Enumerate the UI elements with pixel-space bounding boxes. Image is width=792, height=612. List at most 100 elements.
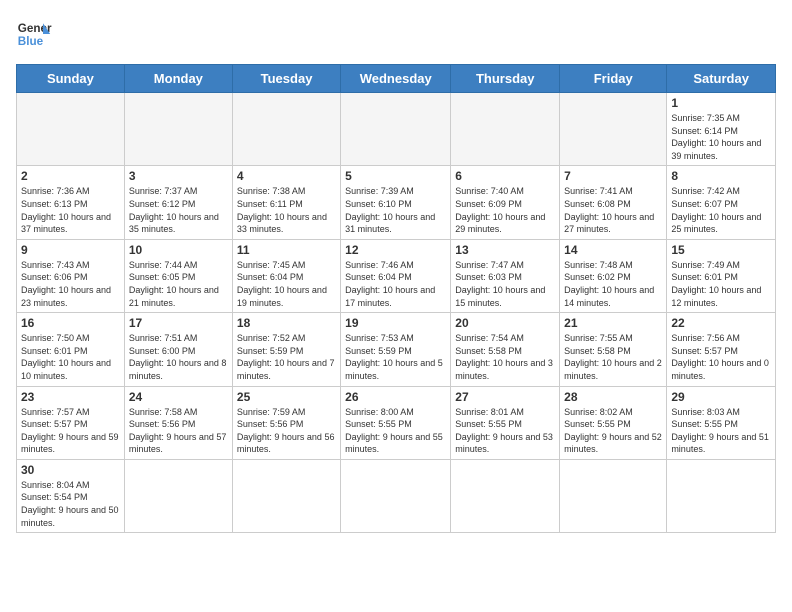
calendar-cell [124, 459, 232, 532]
day-number: 25 [237, 390, 336, 404]
calendar-cell: 8 Sunrise: 7:42 AM Sunset: 6:07 PM Daylig… [667, 166, 776, 239]
day-info: Sunrise: 7:56 AM Sunset: 5:57 PM Dayligh… [671, 332, 771, 382]
calendar-cell: 3 Sunrise: 7:37 AM Sunset: 6:12 PM Daylig… [124, 166, 232, 239]
day-number: 12 [345, 243, 446, 257]
calendar-cell: 7 Sunrise: 7:41 AM Sunset: 6:08 PM Daylig… [560, 166, 667, 239]
day-number: 26 [345, 390, 446, 404]
calendar-cell: 28Sunrise: 8:02 AM Sunset: 5:55 PM Dayli… [560, 386, 667, 459]
calendar-cell: 27Sunrise: 8:01 AM Sunset: 5:55 PM Dayli… [451, 386, 560, 459]
day-number: 30 [21, 463, 120, 477]
calendar-cell: 9Sunrise: 7:43 AM Sunset: 6:06 PM Daylig… [17, 239, 125, 312]
weekday-header-sunday: Sunday [17, 65, 125, 93]
calendar-cell: 26 Sunrise: 8:00 AM Sunset: 5:55 PM Dayli… [341, 386, 451, 459]
calendar-cell: 11Sunrise: 7:45 AM Sunset: 6:04 PM Dayli… [232, 239, 340, 312]
calendar-cell [17, 93, 125, 166]
day-info: Sunrise: 7:38 AM Sunset: 6:11 PM Dayligh… [237, 185, 336, 235]
day-number: 20 [455, 316, 555, 330]
day-info: Sunrise: 7:44 AM Sunset: 6:05 PM Dayligh… [129, 259, 228, 309]
weekday-header-saturday: Saturday [667, 65, 776, 93]
day-number: 2 [21, 169, 120, 183]
calendar-cell: 21Sunrise: 7:55 AM Sunset: 5:58 PM Dayli… [560, 313, 667, 386]
calendar-cell [560, 459, 667, 532]
weekday-header-monday: Monday [124, 65, 232, 93]
day-number: 13 [455, 243, 555, 257]
calendar-cell: 5 Sunrise: 7:39 AM Sunset: 6:10 PM Daylig… [341, 166, 451, 239]
logo-icon: General Blue [16, 16, 52, 52]
day-info: Sunrise: 7:48 AM Sunset: 6:02 PM Dayligh… [564, 259, 662, 309]
day-info: Sunrise: 7:39 AM Sunset: 6:10 PM Dayligh… [345, 185, 446, 235]
calendar-cell [451, 459, 560, 532]
calendar-cell: 30 Sunrise: 8:04 AM Sunset: 5:54 PM Dayli… [17, 459, 125, 532]
day-info: Sunrise: 7:57 AM Sunset: 5:57 PM Dayligh… [21, 406, 120, 456]
calendar-cell [232, 93, 340, 166]
weekday-header-tuesday: Tuesday [232, 65, 340, 93]
day-info: Sunrise: 7:50 AM Sunset: 6:01 PM Dayligh… [21, 332, 120, 382]
calendar-cell: 6 Sunrise: 7:40 AM Sunset: 6:09 PM Daylig… [451, 166, 560, 239]
day-number: 24 [129, 390, 228, 404]
day-info: Sunrise: 7:51 AM Sunset: 6:00 PM Dayligh… [129, 332, 228, 382]
day-number: 10 [129, 243, 228, 257]
calendar-table: SundayMondayTuesdayWednesdayThursdayFrid… [16, 64, 776, 533]
day-info: Sunrise: 7:59 AM Sunset: 5:56 PM Dayligh… [237, 406, 336, 456]
calendar-cell: 10 Sunrise: 7:44 AM Sunset: 6:05 PM Dayli… [124, 239, 232, 312]
calendar-cell: 24 Sunrise: 7:58 AM Sunset: 5:56 PM Dayli… [124, 386, 232, 459]
day-number: 3 [129, 169, 228, 183]
day-info: Sunrise: 7:37 AM Sunset: 6:12 PM Dayligh… [129, 185, 228, 235]
calendar-cell: 22 Sunrise: 7:56 AM Sunset: 5:57 PM Dayli… [667, 313, 776, 386]
day-number: 7 [564, 169, 662, 183]
day-number: 5 [345, 169, 446, 183]
day-info: Sunrise: 8:00 AM Sunset: 5:55 PM Dayligh… [345, 406, 446, 456]
day-info: Sunrise: 8:03 AM Sunset: 5:55 PM Dayligh… [671, 406, 771, 456]
calendar-cell: 13 Sunrise: 7:47 AM Sunset: 6:03 PM Dayli… [451, 239, 560, 312]
calendar-cell [232, 459, 340, 532]
day-number: 16 [21, 316, 120, 330]
day-info: Sunrise: 7:36 AM Sunset: 6:13 PM Dayligh… [21, 185, 120, 235]
calendar-cell: 19Sunrise: 7:53 AM Sunset: 5:59 PM Dayli… [341, 313, 451, 386]
calendar-cell: 16 Sunrise: 7:50 AM Sunset: 6:01 PM Dayli… [17, 313, 125, 386]
logo: General Blue [16, 16, 56, 52]
calendar-cell: 25 Sunrise: 7:59 AM Sunset: 5:56 PM Dayli… [232, 386, 340, 459]
day-info: Sunrise: 7:41 AM Sunset: 6:08 PM Dayligh… [564, 185, 662, 235]
calendar-cell: 4 Sunrise: 7:38 AM Sunset: 6:11 PM Daylig… [232, 166, 340, 239]
day-info: Sunrise: 7:58 AM Sunset: 5:56 PM Dayligh… [129, 406, 228, 456]
day-info: Sunrise: 7:42 AM Sunset: 6:07 PM Dayligh… [671, 185, 771, 235]
day-info: Sunrise: 8:01 AM Sunset: 5:55 PM Dayligh… [455, 406, 555, 456]
day-info: Sunrise: 7:40 AM Sunset: 6:09 PM Dayligh… [455, 185, 555, 235]
day-number: 9 [21, 243, 120, 257]
day-number: 28 [564, 390, 662, 404]
calendar-cell [124, 93, 232, 166]
weekday-header-thursday: Thursday [451, 65, 560, 93]
day-info: Sunrise: 7:46 AM Sunset: 6:04 PM Dayligh… [345, 259, 446, 309]
weekday-header-wednesday: Wednesday [341, 65, 451, 93]
day-number: 14 [564, 243, 662, 257]
calendar-cell: 20 Sunrise: 7:54 AM Sunset: 5:58 PM Dayli… [451, 313, 560, 386]
day-info: Sunrise: 7:49 AM Sunset: 6:01 PM Dayligh… [671, 259, 771, 309]
day-number: 23 [21, 390, 120, 404]
day-info: Sunrise: 7:54 AM Sunset: 5:58 PM Dayligh… [455, 332, 555, 382]
calendar-cell: 14 Sunrise: 7:48 AM Sunset: 6:02 PM Dayli… [560, 239, 667, 312]
calendar-cell: 23 Sunrise: 7:57 AM Sunset: 5:57 PM Dayli… [17, 386, 125, 459]
calendar-cell: 12 Sunrise: 7:46 AM Sunset: 6:04 PM Dayli… [341, 239, 451, 312]
calendar-cell: 17Sunrise: 7:51 AM Sunset: 6:00 PM Dayli… [124, 313, 232, 386]
day-number: 8 [671, 169, 771, 183]
calendar-cell: 1 Sunrise: 7:35 AM Sunset: 6:14 PM Daylig… [667, 93, 776, 166]
day-number: 29 [671, 390, 771, 404]
calendar-cell [667, 459, 776, 532]
calendar-cell: 29 Sunrise: 8:03 AM Sunset: 5:55 PM Dayli… [667, 386, 776, 459]
page-header: General Blue [16, 16, 776, 52]
day-info: Sunrise: 8:04 AM Sunset: 5:54 PM Dayligh… [21, 479, 120, 529]
calendar-cell [451, 93, 560, 166]
day-number: 21 [564, 316, 662, 330]
day-info: Sunrise: 7:47 AM Sunset: 6:03 PM Dayligh… [455, 259, 555, 309]
day-number: 1 [671, 96, 771, 110]
day-info: Sunrise: 7:52 AM Sunset: 5:59 PM Dayligh… [237, 332, 336, 382]
calendar-cell [560, 93, 667, 166]
calendar-cell: 18Sunrise: 7:52 AM Sunset: 5:59 PM Dayli… [232, 313, 340, 386]
day-number: 11 [237, 243, 336, 257]
day-info: Sunrise: 7:35 AM Sunset: 6:14 PM Dayligh… [671, 112, 771, 162]
calendar-cell [341, 459, 451, 532]
day-number: 6 [455, 169, 555, 183]
day-number: 19 [345, 316, 446, 330]
day-number: 4 [237, 169, 336, 183]
day-number: 22 [671, 316, 771, 330]
